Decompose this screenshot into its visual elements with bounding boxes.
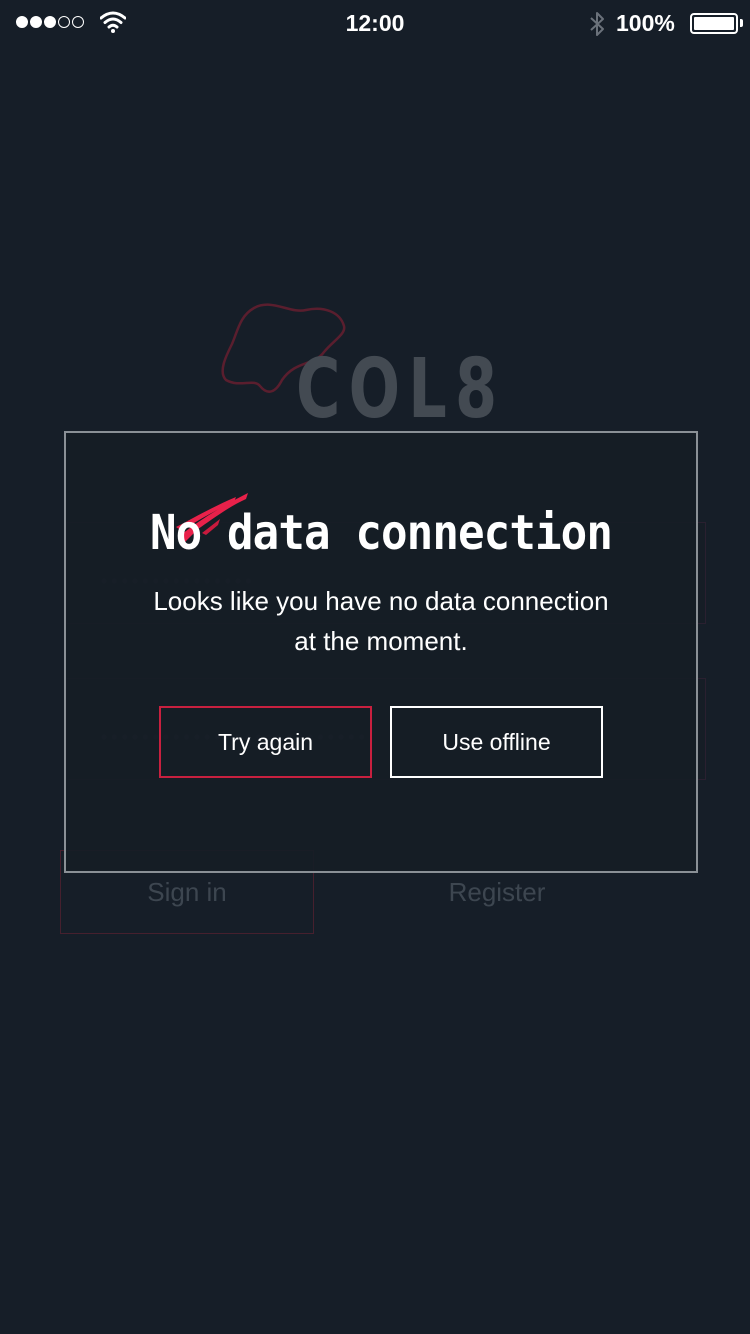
col8-logo: COL8: [220, 300, 497, 440]
dialog-message: Looks like you have no data connection a…: [106, 581, 656, 661]
status-bar: 12:00 100%: [0, 0, 750, 48]
try-again-button[interactable]: Try again: [159, 706, 372, 778]
dialog-title-area: No data connection: [66, 485, 696, 565]
battery-tip: [740, 19, 743, 27]
dialog-title: No data connection: [149, 505, 613, 561]
dialog-message-line1: Looks like you have no data connection: [153, 586, 609, 616]
battery-icon: [690, 13, 738, 34]
dialog-message-line2: at the moment.: [294, 626, 468, 656]
logo-text: COL8: [296, 342, 506, 437]
bluetooth-icon: [590, 12, 604, 36]
battery-percentage: 100%: [616, 10, 675, 36]
no-connection-dialog: No data connection Looks like you have n…: [64, 431, 698, 873]
use-offline-button[interactable]: Use offline: [390, 706, 603, 778]
